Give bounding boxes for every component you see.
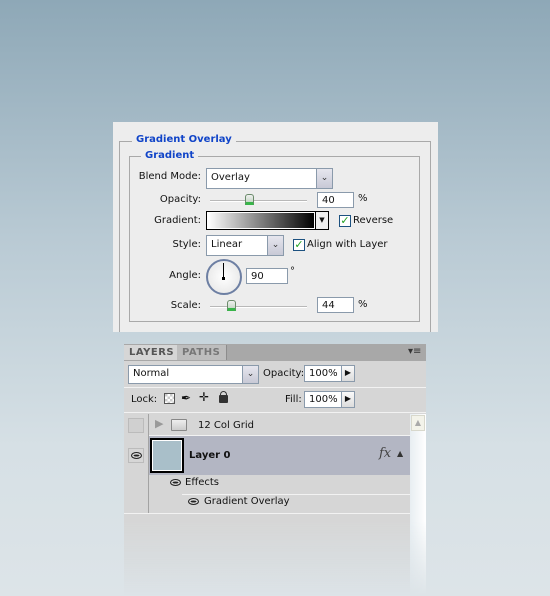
angle-unit: ° (290, 266, 295, 277)
group-title: Gradient (141, 150, 199, 161)
visibility-toggle[interactable] (128, 448, 144, 463)
eye-icon[interactable] (170, 479, 181, 486)
layer-name: 12 Col Grid (198, 420, 254, 431)
opacity-input[interactable]: 40 (317, 192, 354, 208)
divider (182, 494, 410, 495)
lock-move-icon[interactable]: ✛ (199, 390, 209, 404)
eye-icon[interactable] (188, 498, 199, 505)
angle-center (222, 277, 225, 280)
blend-mode-value: Normal (133, 368, 170, 379)
section-title: Gradient Overlay (132, 134, 236, 145)
angle-needle (223, 263, 224, 278)
blend-mode-select[interactable]: Overlay ⌄ (206, 168, 333, 189)
align-with-layer-checkbox[interactable]: ✓ (293, 239, 305, 251)
divider (124, 387, 426, 388)
gradient-picker[interactable]: ▼ (206, 211, 329, 230)
divider (124, 513, 410, 514)
lock-label: Lock: (131, 394, 158, 405)
fx-icon[interactable]: fx (379, 446, 391, 461)
opacity-arrow-button[interactable]: ▶ (341, 365, 355, 382)
fill-arrow-button[interactable]: ▶ (341, 391, 355, 408)
style-label: Style: (172, 239, 202, 250)
scale-slider-thumb[interactable] (227, 300, 236, 311)
tab-paths[interactable]: PATHS (177, 345, 227, 360)
layer-style-dialog: Gradient Overlay Gradient Blend Mode: Ov… (113, 122, 438, 332)
opacity-slider-track[interactable] (210, 200, 307, 202)
angle-dial[interactable] (206, 259, 242, 295)
effect-name: Gradient Overlay (204, 496, 290, 507)
layer-thumbnail (150, 438, 184, 473)
chevron-down-icon[interactable]: ⌄ (242, 366, 258, 383)
scale-label: Scale: (170, 300, 201, 311)
tab-layers[interactable]: LAYERS (124, 345, 177, 360)
reverse-label: Reverse (353, 215, 394, 226)
blend-mode-value: Overlay (211, 172, 250, 183)
layers-panel: LAYERS PATHS ▾≡ Normal ⌄ Opacity: 100% ▶ … (124, 344, 426, 596)
folder-icon (171, 419, 187, 431)
visibility-toggle[interactable] (128, 418, 144, 433)
angle-label: Angle: (169, 270, 201, 281)
lock-brush-icon[interactable]: ✒ (181, 391, 191, 405)
gradient-label: Gradient: (154, 215, 201, 226)
expand-arrow-icon[interactable]: ▶ (155, 417, 163, 430)
opacity-label: Opacity: (263, 368, 305, 379)
layer-row-selected[interactable]: Layer 0 fx ▲ (149, 436, 410, 475)
reverse-checkbox[interactable]: ✓ (339, 215, 351, 227)
layer-name: Layer 0 (189, 450, 231, 461)
gradient-dropdown-icon[interactable]: ▼ (315, 212, 328, 229)
scale-unit: % (358, 299, 368, 310)
scroll-up-button[interactable]: ▲ (411, 415, 425, 431)
chevron-down-icon[interactable]: ⌄ (316, 169, 332, 188)
align-with-layer-label: Align with Layer (307, 239, 388, 250)
layer-row[interactable]: ▶ 12 Col Grid (124, 414, 410, 436)
panel-menu-icon[interactable]: ▾≡ (408, 346, 421, 357)
lock-transparency-icon[interactable] (164, 393, 175, 404)
style-value: Linear (211, 239, 243, 250)
opacity-label: Opacity: (159, 194, 201, 205)
scrollbar[interactable]: ▲ (410, 414, 426, 596)
fill-input[interactable]: 100% (304, 391, 342, 408)
blend-mode-label: Blend Mode: (138, 171, 201, 182)
effects-label: Effects (185, 477, 219, 488)
eye-icon (131, 452, 142, 459)
collapse-effects-icon[interactable]: ▲ (397, 449, 403, 458)
style-select[interactable]: Linear ⌄ (206, 235, 284, 256)
angle-input[interactable]: 90 (246, 268, 288, 284)
divider (124, 412, 426, 413)
scale-slider-track[interactable] (210, 306, 307, 308)
gradient-preview (208, 213, 314, 228)
opacity-unit: % (358, 193, 368, 204)
opacity-slider-thumb[interactable] (245, 194, 254, 205)
scale-input[interactable]: 44 (317, 297, 354, 313)
opacity-input[interactable]: 100% (304, 365, 342, 382)
fill-label: Fill: (285, 394, 302, 405)
chevron-down-icon[interactable]: ⌄ (267, 236, 283, 255)
blend-mode-select[interactable]: Normal ⌄ (128, 365, 259, 384)
lock-all-icon[interactable] (219, 391, 228, 403)
